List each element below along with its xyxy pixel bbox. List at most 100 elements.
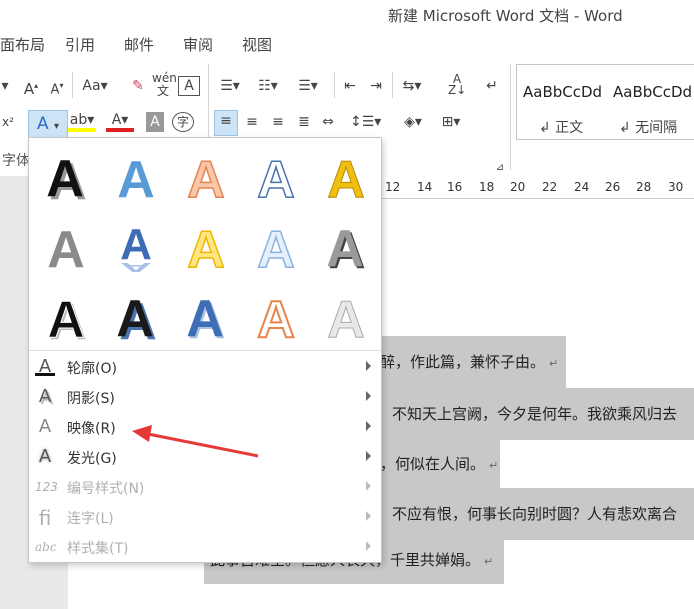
style-no-spacing[interactable]: AaBbCcDd ↲ 无间隔 bbox=[607, 65, 694, 139]
align-center-icon[interactable]: ≡ bbox=[242, 112, 262, 132]
decrease-indent-icon[interactable]: ⇤ bbox=[340, 76, 360, 96]
text-effects-button[interactable]: A ▾ bbox=[28, 110, 68, 138]
justify-icon[interactable]: ≣ bbox=[294, 112, 314, 132]
svg-text:A: A bbox=[257, 221, 295, 275]
tab-mailings[interactable]: 邮件 bbox=[124, 34, 154, 55]
ruler-tick: 28 bbox=[636, 180, 652, 194]
yellow-outline-a-icon[interactable]: A bbox=[171, 212, 241, 282]
paragraph-dialog-launcher-icon[interactable]: ⊿ bbox=[494, 158, 506, 178]
grow-font-icon[interactable]: A▴ bbox=[22, 76, 40, 99]
submenu-arrow-icon bbox=[366, 391, 371, 401]
clear-format-icon[interactable]: ✎ bbox=[128, 76, 148, 96]
menu-item-ligature[interactable]: ﬁ 连字(L) bbox=[29, 502, 381, 532]
char-shading-icon[interactable]: A bbox=[146, 112, 164, 132]
menu-item-label: 发光(G) bbox=[67, 451, 117, 467]
divider bbox=[334, 72, 335, 98]
divider bbox=[392, 72, 393, 98]
black-blue-a-icon[interactable]: AA bbox=[101, 282, 171, 352]
svg-text:A: A bbox=[47, 221, 85, 275]
font-color-icon[interactable]: A▾ bbox=[106, 110, 134, 132]
blue-reflect-a-icon[interactable]: AA bbox=[101, 212, 171, 282]
svg-text:A: A bbox=[187, 151, 225, 205]
ruler-tick: 30 bbox=[668, 180, 684, 194]
menu-item-label: 连字(L) bbox=[67, 511, 114, 527]
submenu-arrow-icon bbox=[366, 421, 371, 431]
lightblue-outline-a-icon[interactable]: A bbox=[241, 212, 311, 282]
tab-references[interactable]: 引用 bbox=[65, 34, 95, 55]
document-line[interactable]: 不应有恨，何事长向别时圆？人有悲欢离合 bbox=[374, 488, 694, 540]
align-left-icon[interactable]: ≡ bbox=[214, 110, 238, 136]
style-no-spacing-preview: AaBbCcDd bbox=[613, 83, 693, 101]
menu-item-label: 样式集(T) bbox=[67, 541, 129, 557]
blue-bold-a-icon[interactable]: AA bbox=[171, 282, 241, 352]
document-line[interactable]: 醉，作此篇，兼怀子由。 ↵ bbox=[374, 336, 566, 388]
increase-indent-icon[interactable]: ⇥ bbox=[366, 76, 386, 96]
highlight-icon[interactable]: ab▾ bbox=[68, 110, 96, 132]
style-set-icon: abc bbox=[35, 540, 57, 554]
text-effects-gallery: AA A A A A A AA A A AA AA A A A A A A bbox=[29, 138, 381, 350]
align-right-icon[interactable]: ≡ bbox=[268, 112, 288, 132]
style-normal-label: ↲ 正文 bbox=[539, 120, 584, 136]
show-marks-icon[interactable]: ↵ bbox=[482, 76, 502, 96]
svg-text:A: A bbox=[257, 291, 295, 345]
font-color-bar bbox=[106, 128, 134, 132]
distributed-icon[interactable]: ⇔ bbox=[318, 112, 338, 132]
blue-outline-a-icon[interactable]: A bbox=[241, 142, 311, 212]
tab-view[interactable]: 视图 bbox=[242, 34, 272, 55]
svg-text:A: A bbox=[46, 150, 84, 205]
document-line[interactable]: 不知天上宫阙，今夕是何年。我欲乘风归去 bbox=[374, 388, 694, 440]
enclose-char-icon[interactable]: 字 bbox=[172, 112, 194, 132]
silver-a-icon[interactable]: A bbox=[311, 282, 381, 352]
shrink-font-icon[interactable]: A▾ bbox=[48, 76, 66, 100]
glow-a-icon: A bbox=[38, 446, 52, 467]
blue-gradient-a-icon[interactable]: A bbox=[101, 142, 171, 212]
chinese-layout-icon[interactable]: ⇆▾ bbox=[398, 76, 426, 96]
ruler-tick: 16 bbox=[447, 180, 463, 194]
ruler-tick: 26 bbox=[605, 180, 621, 194]
line-spacing-icon[interactable]: ↕☰▾ bbox=[350, 112, 381, 132]
menu-item-style-set[interactable]: abc 样式集(T) bbox=[29, 532, 381, 562]
gold-a-icon[interactable]: A bbox=[311, 142, 381, 212]
submenu-arrow-icon bbox=[366, 511, 371, 521]
black-bold-a-icon[interactable]: AA bbox=[31, 282, 101, 352]
submenu-arrow-icon bbox=[366, 361, 371, 371]
menu-item-glow[interactable]: A 发光(G) bbox=[29, 442, 381, 472]
tab-review[interactable]: 审阅 bbox=[183, 34, 213, 55]
svg-text:A: A bbox=[47, 291, 85, 345]
style-normal[interactable]: AaBbCcDd ↲ 正文 bbox=[517, 65, 606, 139]
sort-icon[interactable]: A Z↓ bbox=[448, 73, 466, 96]
menu-item-shadow[interactable]: A 阴影(S) bbox=[29, 382, 381, 412]
tab-page-layout[interactable]: 面布局 bbox=[0, 34, 45, 55]
svg-text:A: A bbox=[327, 151, 365, 205]
phonetic-guide-icon[interactable]: wén 文 bbox=[152, 72, 177, 98]
menu-item-label: 编号样式(N) bbox=[67, 481, 145, 497]
ruler-tick: 24 bbox=[574, 180, 590, 194]
menu-item-number-style[interactable]: 123 编号样式(N) bbox=[29, 472, 381, 502]
borders-icon[interactable]: ⊞▾ bbox=[436, 112, 466, 132]
char-border-icon[interactable]: A bbox=[178, 76, 200, 96]
document-line[interactable]: ，何似在人间。 ↵ bbox=[374, 440, 500, 488]
menu-item-outline[interactable]: A 轮廓(O) bbox=[29, 352, 381, 382]
change-case-icon[interactable]: Aa▾ bbox=[80, 76, 110, 96]
superscript-icon[interactable]: x² bbox=[0, 112, 16, 132]
shading-icon[interactable]: ◈▾ bbox=[398, 112, 428, 132]
orange-outline-a-icon[interactable]: A bbox=[171, 142, 241, 212]
bullets-icon[interactable]: ☰▾ bbox=[216, 76, 244, 96]
numbering-icon[interactable]: ☷▾ bbox=[254, 76, 282, 96]
font-group-label: 字体 bbox=[2, 153, 30, 169]
menu-item-reflection[interactable]: A 映像(R) bbox=[29, 412, 381, 442]
svg-text:A: A bbox=[117, 151, 155, 205]
black-shadow-a-icon[interactable]: AA bbox=[31, 142, 101, 212]
ribbon-tabs: 面布局 引用 邮件 审阅 视图 bbox=[0, 28, 694, 58]
gray-bevel-a-icon[interactable]: AA bbox=[311, 212, 381, 282]
multilevel-list-icon[interactable]: ☰▾ bbox=[294, 76, 322, 96]
divider bbox=[510, 64, 511, 170]
ruler-tick: 18 bbox=[479, 180, 495, 194]
menu-item-label: 映像(R) bbox=[67, 421, 116, 437]
menu-divider bbox=[29, 350, 381, 351]
font-size-dropdown[interactable]: ▾ bbox=[0, 76, 10, 96]
ruler-tick: 20 bbox=[510, 180, 526, 194]
menu-item-label: 轮廓(O) bbox=[67, 361, 117, 377]
gray-a-icon[interactable]: A bbox=[31, 212, 101, 282]
orange-white-a-icon[interactable]: A bbox=[241, 282, 311, 352]
